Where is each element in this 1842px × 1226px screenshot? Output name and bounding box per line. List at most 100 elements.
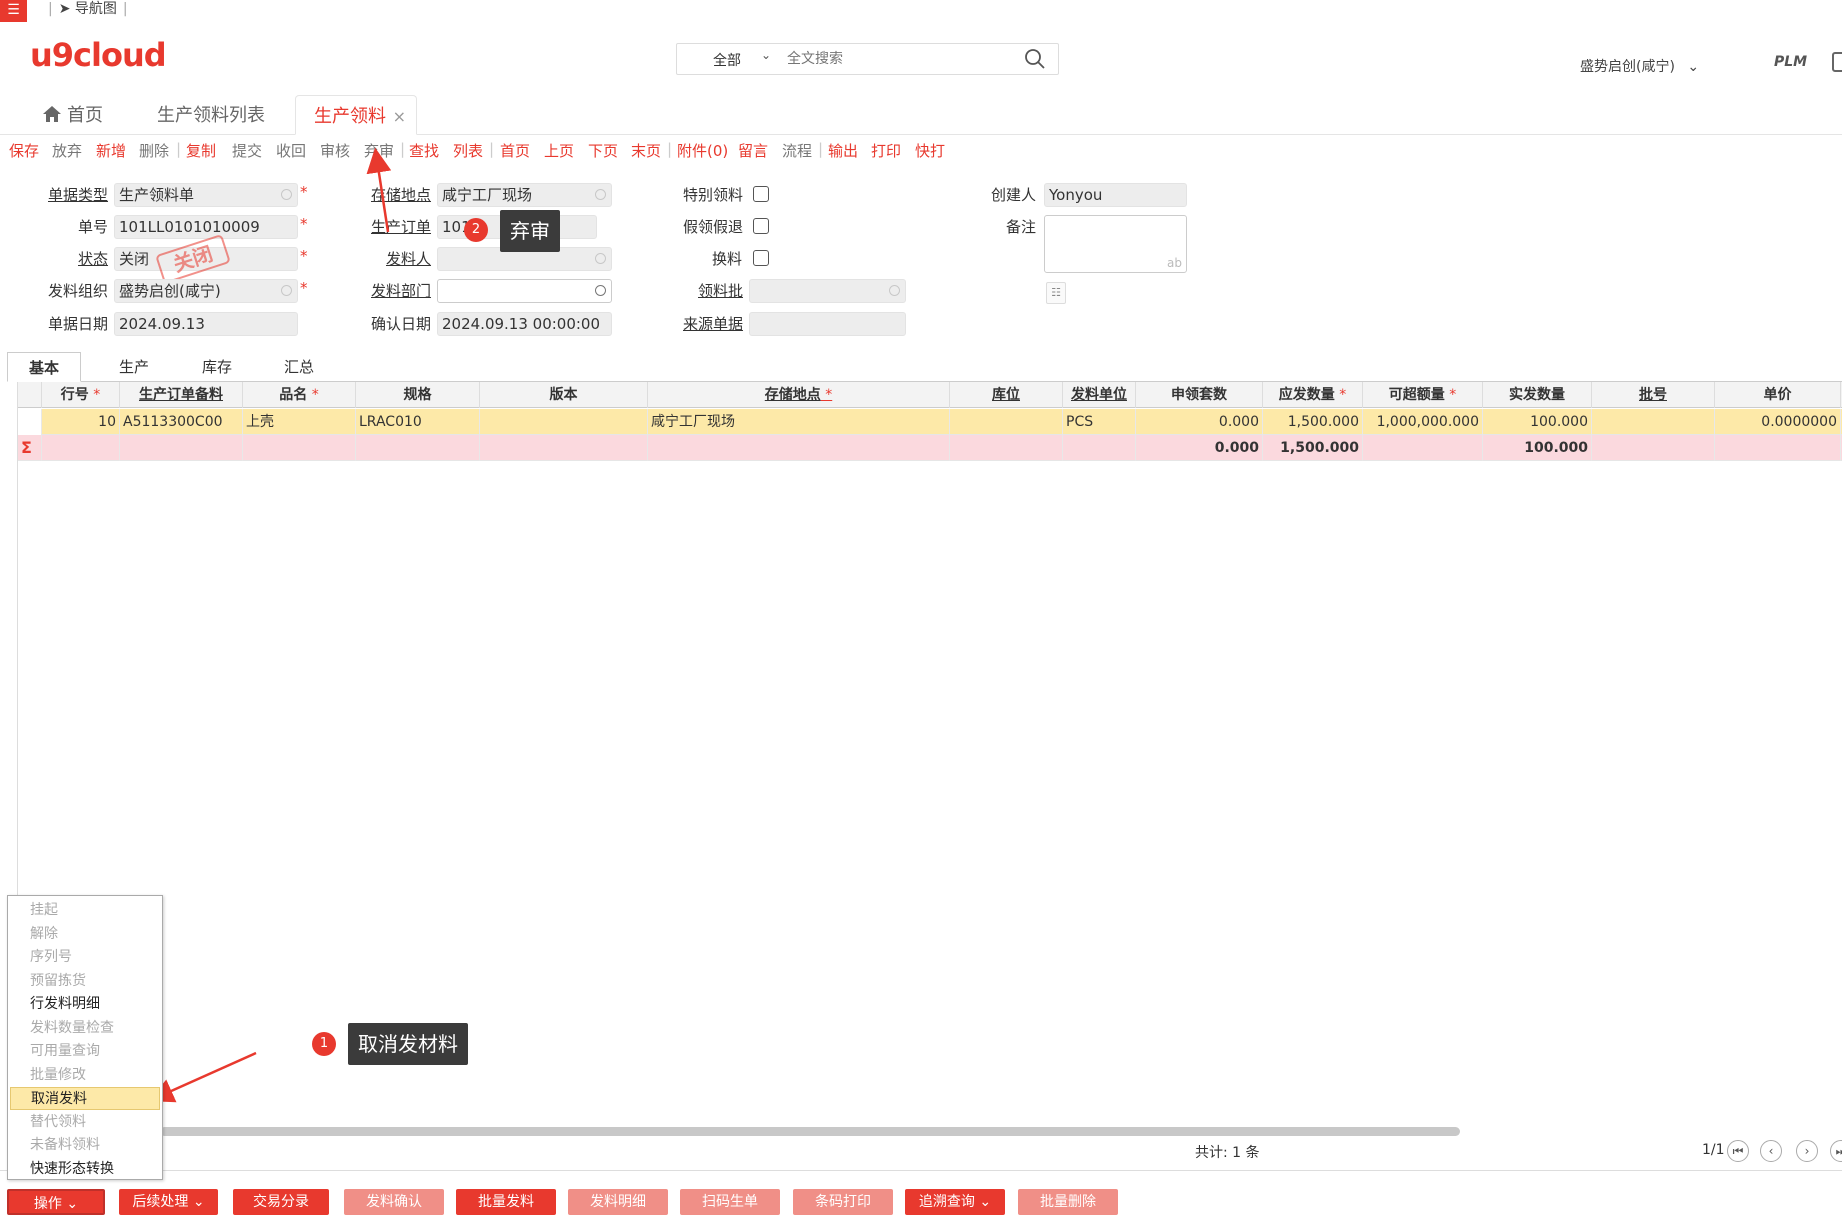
column-header[interactable]: 品名 * [243, 382, 356, 408]
action-button-label: 交易分录 [253, 1194, 309, 1210]
column-header[interactable]: 应发数量 * [1263, 382, 1363, 408]
first-page-icon[interactable]: ⏮ [1727, 1140, 1749, 1162]
table-row[interactable]: 10 A5113300C00 上壳 LRAC010 咸宁工厂现场 PCS 0.000 1,50… [18, 409, 1842, 435]
menu-item-0[interactable]: 挂起 [8, 899, 162, 922]
divider [0, 1170, 1842, 1171]
column-header[interactable]: 库位 [950, 382, 1063, 408]
menu-item-9[interactable]: 替代领料 [8, 1111, 162, 1134]
column-header[interactable]: 版本 [480, 382, 648, 408]
menu-item-7[interactable]: 批量修改 [8, 1064, 162, 1087]
summary-cell: 1,500.000 [1263, 435, 1363, 461]
column-header-label: 版本 [549, 387, 578, 403]
action-button-9[interactable]: 批量删除 [1018, 1189, 1118, 1215]
action-button-6[interactable]: 扫码生单 [680, 1189, 780, 1215]
table-cell[interactable]: 1,000,000.000 [1363, 409, 1483, 435]
column-header-label: 实发数量 [1509, 387, 1565, 403]
table-cell[interactable]: PCS [1063, 409, 1136, 435]
summary-cell [1363, 435, 1483, 461]
column-header-label: 库位 [992, 387, 1020, 403]
table-cell[interactable] [950, 409, 1063, 435]
action-button-7[interactable]: 条码打印 [793, 1189, 893, 1215]
menu-item-1[interactable]: 解除 [8, 923, 162, 946]
table-cell[interactable]: A5113300C00 [120, 409, 243, 435]
action-button-1[interactable]: 后续处理 ⌄ [119, 1189, 218, 1215]
table-cell[interactable]: 1,500.000 [1263, 409, 1363, 435]
action-button-label: 发料明细 [590, 1194, 646, 1210]
sigma-icon: Σ [18, 435, 42, 461]
action-button-label: 条码打印 [815, 1194, 871, 1210]
column-header-label: 规格 [403, 387, 432, 403]
summary-row: Σ 0.000 1,500.000 100.000 [18, 435, 1842, 461]
step-2-callout: 弃审 [500, 210, 560, 252]
row-indicator[interactable] [18, 409, 42, 435]
next-page-icon[interactable]: › [1796, 1140, 1818, 1162]
summary-cell [1063, 435, 1136, 461]
header-corner [18, 382, 42, 408]
column-header-label: 可超额量 [1388, 387, 1445, 403]
prev-page-icon[interactable]: ‹ [1760, 1140, 1782, 1162]
tab-production[interactable]: 生产 [104, 352, 164, 382]
action-button-8[interactable]: 追溯查询 ⌄ [905, 1189, 1005, 1215]
tab-summary[interactable]: 汇总 [269, 352, 329, 382]
chevron-down-icon: ⌄ [974, 1194, 992, 1210]
table-cell[interactable]: 0.0000000 [1715, 409, 1841, 435]
action-button-label: 操作 [33, 1196, 62, 1212]
menu-item-4[interactable]: 行发料明细 [8, 993, 162, 1016]
action-button-label: 批量删除 [1040, 1194, 1096, 1210]
menu-item-8[interactable]: 取消发料 [10, 1087, 160, 1110]
tab-basic[interactable]: 基本 [7, 352, 81, 382]
summary-cell [356, 435, 480, 461]
column-header-label: 申领套数 [1171, 387, 1227, 403]
step-2-badge: 2 [464, 218, 488, 242]
menu-item-6[interactable]: 可用量查询 [8, 1040, 162, 1063]
table-cell[interactable]: 0.000 [1136, 409, 1263, 435]
table-cell[interactable]: 上壳 [243, 409, 356, 435]
menu-item-2[interactable]: 序列号 [8, 946, 162, 969]
table-cell[interactable]: 100.000 [1483, 409, 1592, 435]
column-header[interactable]: 行号 * [42, 382, 120, 408]
action-button-4[interactable]: 批量发料 [456, 1189, 556, 1215]
column-header[interactable]: 发料单位 [1063, 382, 1136, 408]
chevron-down-icon: ⌄ [61, 1196, 79, 1212]
horizontal-scrollbar[interactable] [160, 1127, 1460, 1136]
summary-cell [648, 435, 950, 461]
action-button-2[interactable]: 交易分录 [233, 1189, 329, 1215]
column-header-label: 单价 [1763, 387, 1792, 403]
menu-item-10[interactable]: 未备料领料 [8, 1134, 162, 1157]
table-cell[interactable] [480, 409, 648, 435]
menu-item-11[interactable]: 快速形态转换 [8, 1158, 162, 1181]
table-cell[interactable] [1592, 409, 1715, 435]
column-header[interactable]: 规格 [356, 382, 480, 408]
column-header[interactable]: 申领套数 [1136, 382, 1263, 408]
tab-inventory[interactable]: 库存 [187, 352, 247, 382]
column-header-label: 应发数量 [1278, 387, 1335, 403]
menu-item-5[interactable]: 发料数量检查 [8, 1017, 162, 1040]
column-header[interactable]: 单价 [1715, 382, 1841, 408]
column-header-label: 批号 [1639, 387, 1667, 403]
summary-cell [950, 435, 1063, 461]
table-cell[interactable]: LRAC010 [356, 409, 480, 435]
column-header[interactable]: 批号 [1592, 382, 1715, 408]
table-cell[interactable]: 10 [42, 409, 120, 435]
summary-cell [1715, 435, 1841, 461]
detail-tabs: 基本 生产 库存 汇总 [7, 352, 1842, 382]
column-header[interactable]: 生产订单备料 [120, 382, 243, 408]
detail-grid: 行号 * 生产订单备料 品名 * 规格 版本 存储地点 * 库位 发料单位 申领套数 应发数量 *… [17, 382, 1842, 1125]
menu-item-3[interactable]: 预留拣货 [8, 970, 162, 993]
action-button-label: 追溯查询 [918, 1194, 975, 1210]
action-button-3[interactable]: 发料确认 [344, 1189, 444, 1215]
column-header[interactable]: 存储地点 * [648, 382, 950, 408]
column-header-label: 品名 [279, 387, 308, 403]
chevron-down-icon: ⌄ [188, 1194, 205, 1210]
column-header-label: 发料单位 [1071, 387, 1127, 403]
action-button-label: 发料确认 [366, 1194, 422, 1210]
table-cell[interactable]: 咸宁工厂现场 [648, 409, 950, 435]
column-header[interactable]: 实发数量 [1483, 382, 1592, 408]
action-button-5[interactable]: 发料明细 [568, 1189, 668, 1215]
summary-cell: 100.000 [1483, 435, 1592, 461]
summary-cell [42, 435, 120, 461]
column-header[interactable]: 可超额量 * [1363, 382, 1483, 408]
operation-dropdown-menu: 挂起 解除 序列号 预留拣货 行发料明细 发料数量检查 可用量查询 批量修改 取消发料 替代领料未… [7, 895, 163, 1180]
action-button-0[interactable]: 操作 ⌄ [7, 1189, 105, 1215]
action-button-label: 扫码生单 [702, 1194, 758, 1210]
